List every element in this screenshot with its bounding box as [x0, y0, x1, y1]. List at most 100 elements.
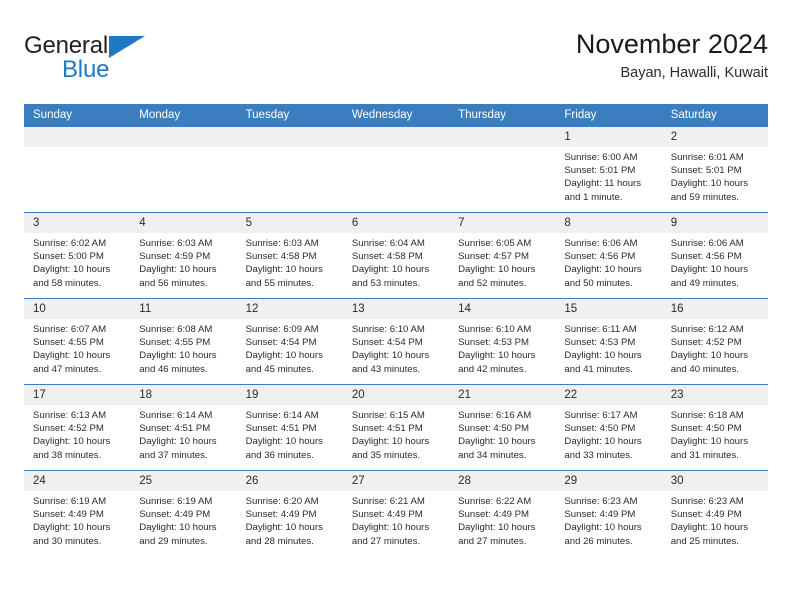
- sunset-time: Sunset: 4:50 PM: [670, 423, 742, 435]
- daylight-duration-line2: and 43 minutes.: [351, 363, 421, 375]
- sunset-time: Sunset: 4:49 PM: [139, 509, 211, 521]
- day-number: 29: [555, 471, 662, 491]
- page-subtitle: Bayan, Hawalli, Kuwait: [620, 65, 769, 81]
- sunrise-time: Sunrise: 6:17 AM: [564, 410, 638, 421]
- day-details: Sunrise: 6:23 AM Sunset: 4:49 PM Daylight:…: [555, 491, 661, 548]
- calendar-day-cell[interactable]: 6 Sunrise: 6:04 AM Sunset: 4:58 PM Daylight…: [342, 212, 450, 299]
- daylight-duration-line2: and 55 minutes.: [245, 277, 314, 289]
- day-number: 8: [555, 213, 662, 233]
- calendar-page: General Blue November 2024 Bayan, Hawall…: [0, 0, 792, 612]
- day-details: Sunrise: 6:10 AM Sunset: 4:54 PM Daylight:…: [343, 319, 449, 376]
- daylight-duration-line1: Daylight: 10 hours: [670, 178, 749, 190]
- day-details: Sunrise: 6:08 AM Sunset: 4:55 PM Daylight:…: [130, 319, 236, 376]
- day-number: 12: [236, 299, 343, 319]
- calendar-day-cell[interactable]: 30 Sunrise: 6:23 AM Sunset: 4:49 PM Dayligh…: [661, 470, 768, 556]
- day-cell-inner: 6 Sunrise: 6:04 AM Sunset: 4:58 PM Daylight…: [342, 213, 450, 298]
- calendar-day-cell[interactable]: 26 Sunrise: 6:20 AM Sunset: 4:49 PM Dayligh…: [236, 470, 343, 556]
- day-number: [236, 127, 343, 147]
- daylight-duration-line2: and 28 minutes.: [245, 535, 314, 547]
- sunrise-time: Sunrise: 6:12 AM: [670, 324, 744, 335]
- day-cell-inner: 10 Sunrise: 6:07 AM Sunset: 4:55 PM Dayligh…: [24, 299, 131, 384]
- day-cell-inner: 11 Sunrise: 6:08 AM Sunset: 4:55 PM Dayligh…: [130, 299, 237, 384]
- day-cell-inner: 30 Sunrise: 6:23 AM Sunset: 4:49 PM Dayligh…: [661, 471, 768, 556]
- sunrise-time: Sunrise: 6:09 AM: [245, 324, 319, 335]
- daylight-duration-line1: Daylight: 10 hours: [564, 522, 642, 534]
- calendar-day-cell[interactable]: 16 Sunrise: 6:12 AM Sunset: 4:52 PM Dayligh…: [661, 298, 768, 385]
- calendar-day-cell[interactable]: 3 Sunrise: 6:02 AM Sunset: 5:00 PM Daylight…: [24, 212, 131, 299]
- calendar-day-cell[interactable]: 8 Sunrise: 6:06 AM Sunset: 4:56 PM Daylight…: [555, 212, 662, 299]
- calendar-day-cell[interactable]: 4 Sunrise: 6:03 AM Sunset: 4:59 PM Daylight…: [130, 212, 237, 299]
- daylight-duration-line1: Daylight: 10 hours: [245, 522, 323, 534]
- day-details: Sunrise: 6:10 AM Sunset: 4:53 PM Daylight:…: [449, 319, 555, 376]
- calendar-cell-empty: [130, 126, 237, 213]
- calendar-day-cell[interactable]: 24 Sunrise: 6:19 AM Sunset: 4:49 PM Dayligh…: [24, 470, 131, 556]
- day-number: 14: [449, 299, 556, 319]
- daylight-duration-line2: and 30 minutes.: [33, 535, 102, 547]
- daylight-duration-line1: Daylight: 10 hours: [245, 264, 323, 276]
- logo-text-blue: Blue: [62, 56, 110, 83]
- calendar-day-cell[interactable]: 2 Sunrise: 6:01 AM Sunset: 5:01 PM Daylight…: [661, 126, 768, 213]
- calendar-day-cell[interactable]: 12 Sunrise: 6:09 AM Sunset: 4:54 PM Dayligh…: [236, 298, 343, 385]
- calendar-day-cell[interactable]: 15 Sunrise: 6:11 AM Sunset: 4:53 PM Dayligh…: [555, 298, 662, 385]
- sunrise-time: Sunrise: 6:05 AM: [458, 238, 532, 249]
- calendar-body: 1 Sunrise: 6:00 AM Sunset: 5:01 PM Daylight…: [24, 126, 768, 556]
- day-details: Sunrise: 6:21 AM Sunset: 4:49 PM Daylight:…: [343, 491, 449, 548]
- sunset-time: Sunset: 4:57 PM: [458, 251, 530, 263]
- day-cell-inner: 1 Sunrise: 6:00 AM Sunset: 5:01 PM Daylight…: [555, 127, 662, 212]
- calendar-day-cell[interactable]: 29 Sunrise: 6:23 AM Sunset: 4:49 PM Dayligh…: [555, 470, 662, 556]
- daylight-duration-line1: Daylight: 10 hours: [458, 522, 536, 534]
- calendar-day-cell[interactable]: 7 Sunrise: 6:05 AM Sunset: 4:57 PM Daylight…: [449, 212, 556, 299]
- calendar-day-cell[interactable]: 21 Sunrise: 6:16 AM Sunset: 4:50 PM Dayligh…: [449, 384, 556, 471]
- daylight-duration-line1: Daylight: 10 hours: [564, 264, 642, 276]
- sunrise-time: Sunrise: 6:10 AM: [458, 324, 532, 335]
- calendar-day-cell[interactable]: 22 Sunrise: 6:17 AM Sunset: 4:50 PM Dayligh…: [555, 384, 662, 471]
- calendar-day-cell[interactable]: 13 Sunrise: 6:10 AM Sunset: 4:54 PM Dayligh…: [342, 298, 450, 385]
- day-number: 27: [342, 471, 450, 491]
- weekday-header-friday: Friday: [555, 104, 662, 127]
- sunrise-time: Sunrise: 6:16 AM: [458, 410, 532, 421]
- day-number: [130, 127, 237, 147]
- day-details: Sunrise: 6:07 AM Sunset: 4:55 PM Daylight:…: [24, 319, 130, 376]
- day-cell-inner: [449, 127, 556, 212]
- weekday-header-monday: Monday: [130, 104, 237, 127]
- sunset-time: Sunset: 4:58 PM: [245, 251, 317, 263]
- calendar-cell-empty: [236, 126, 343, 213]
- calendar-day-cell[interactable]: 1 Sunrise: 6:00 AM Sunset: 5:01 PM Daylight…: [555, 126, 662, 213]
- daylight-duration-line2: and 56 minutes.: [139, 277, 208, 289]
- general-blue-logo[interactable]: General Blue: [24, 28, 174, 84]
- calendar-day-cell[interactable]: 19 Sunrise: 6:14 AM Sunset: 4:51 PM Dayligh…: [236, 384, 343, 471]
- sunset-time: Sunset: 4:55 PM: [139, 337, 211, 349]
- calendar-day-cell[interactable]: 18 Sunrise: 6:14 AM Sunset: 4:51 PM Dayligh…: [130, 384, 237, 471]
- calendar-day-cell[interactable]: 5 Sunrise: 6:03 AM Sunset: 4:58 PM Daylight…: [236, 212, 343, 299]
- sunrise-time: Sunrise: 6:18 AM: [670, 410, 744, 421]
- calendar-day-cell[interactable]: 25 Sunrise: 6:19 AM Sunset: 4:49 PM Dayligh…: [130, 470, 237, 556]
- calendar-day-cell[interactable]: 11 Sunrise: 6:08 AM Sunset: 4:55 PM Dayligh…: [130, 298, 237, 385]
- daylight-duration-line1: Daylight: 10 hours: [670, 436, 749, 448]
- day-cell-inner: 16 Sunrise: 6:12 AM Sunset: 4:52 PM Dayligh…: [661, 299, 768, 384]
- calendar-day-cell[interactable]: 27 Sunrise: 6:21 AM Sunset: 4:49 PM Dayligh…: [342, 470, 450, 556]
- daylight-duration-line1: Daylight: 10 hours: [670, 350, 749, 362]
- day-details: Sunrise: 6:11 AM Sunset: 4:53 PM Daylight:…: [555, 319, 661, 376]
- day-cell-inner: 5 Sunrise: 6:03 AM Sunset: 4:58 PM Daylight…: [236, 213, 343, 298]
- day-cell-inner: [236, 127, 343, 212]
- calendar-day-cell[interactable]: 9 Sunrise: 6:06 AM Sunset: 4:56 PM Daylight…: [661, 212, 768, 299]
- sunset-time: Sunset: 5:00 PM: [33, 251, 104, 263]
- calendar-day-cell[interactable]: 20 Sunrise: 6:15 AM Sunset: 4:51 PM Dayligh…: [342, 384, 450, 471]
- calendar-table: Sunday Monday Tuesday Wednesday Thursday Frid…: [24, 104, 768, 556]
- day-details: Sunrise: 6:03 AM Sunset: 4:58 PM Daylight:…: [237, 233, 343, 290]
- calendar-header-row: Sunday Monday Tuesday Wednesday Thursday Frid…: [24, 104, 768, 127]
- calendar-day-cell[interactable]: 10 Sunrise: 6:07 AM Sunset: 4:55 PM Dayligh…: [24, 298, 131, 385]
- daylight-duration-line1: Daylight: 10 hours: [245, 350, 323, 362]
- day-details: Sunrise: 6:19 AM Sunset: 4:49 PM Daylight:…: [130, 491, 236, 548]
- calendar-day-cell[interactable]: 17 Sunrise: 6:13 AM Sunset: 4:52 PM Dayligh…: [24, 384, 131, 471]
- daylight-duration-line2: and 37 minutes.: [139, 449, 208, 461]
- day-details: Sunrise: 6:06 AM Sunset: 4:56 PM Daylight:…: [555, 233, 661, 290]
- day-cell-inner: 12 Sunrise: 6:09 AM Sunset: 4:54 PM Dayligh…: [236, 299, 343, 384]
- calendar-day-cell[interactable]: 23 Sunrise: 6:18 AM Sunset: 4:50 PM Dayligh…: [661, 384, 768, 471]
- daylight-duration-line1: Daylight: 10 hours: [139, 264, 217, 276]
- day-cell-inner: 25 Sunrise: 6:19 AM Sunset: 4:49 PM Dayligh…: [130, 471, 237, 556]
- calendar-day-cell[interactable]: 14 Sunrise: 6:10 AM Sunset: 4:53 PM Dayligh…: [449, 298, 556, 385]
- calendar-day-cell[interactable]: 28 Sunrise: 6:22 AM Sunset: 4:49 PM Dayligh…: [449, 470, 556, 556]
- logo-triangle-icon: [109, 36, 145, 58]
- day-cell-inner: 29 Sunrise: 6:23 AM Sunset: 4:49 PM Dayligh…: [555, 471, 662, 556]
